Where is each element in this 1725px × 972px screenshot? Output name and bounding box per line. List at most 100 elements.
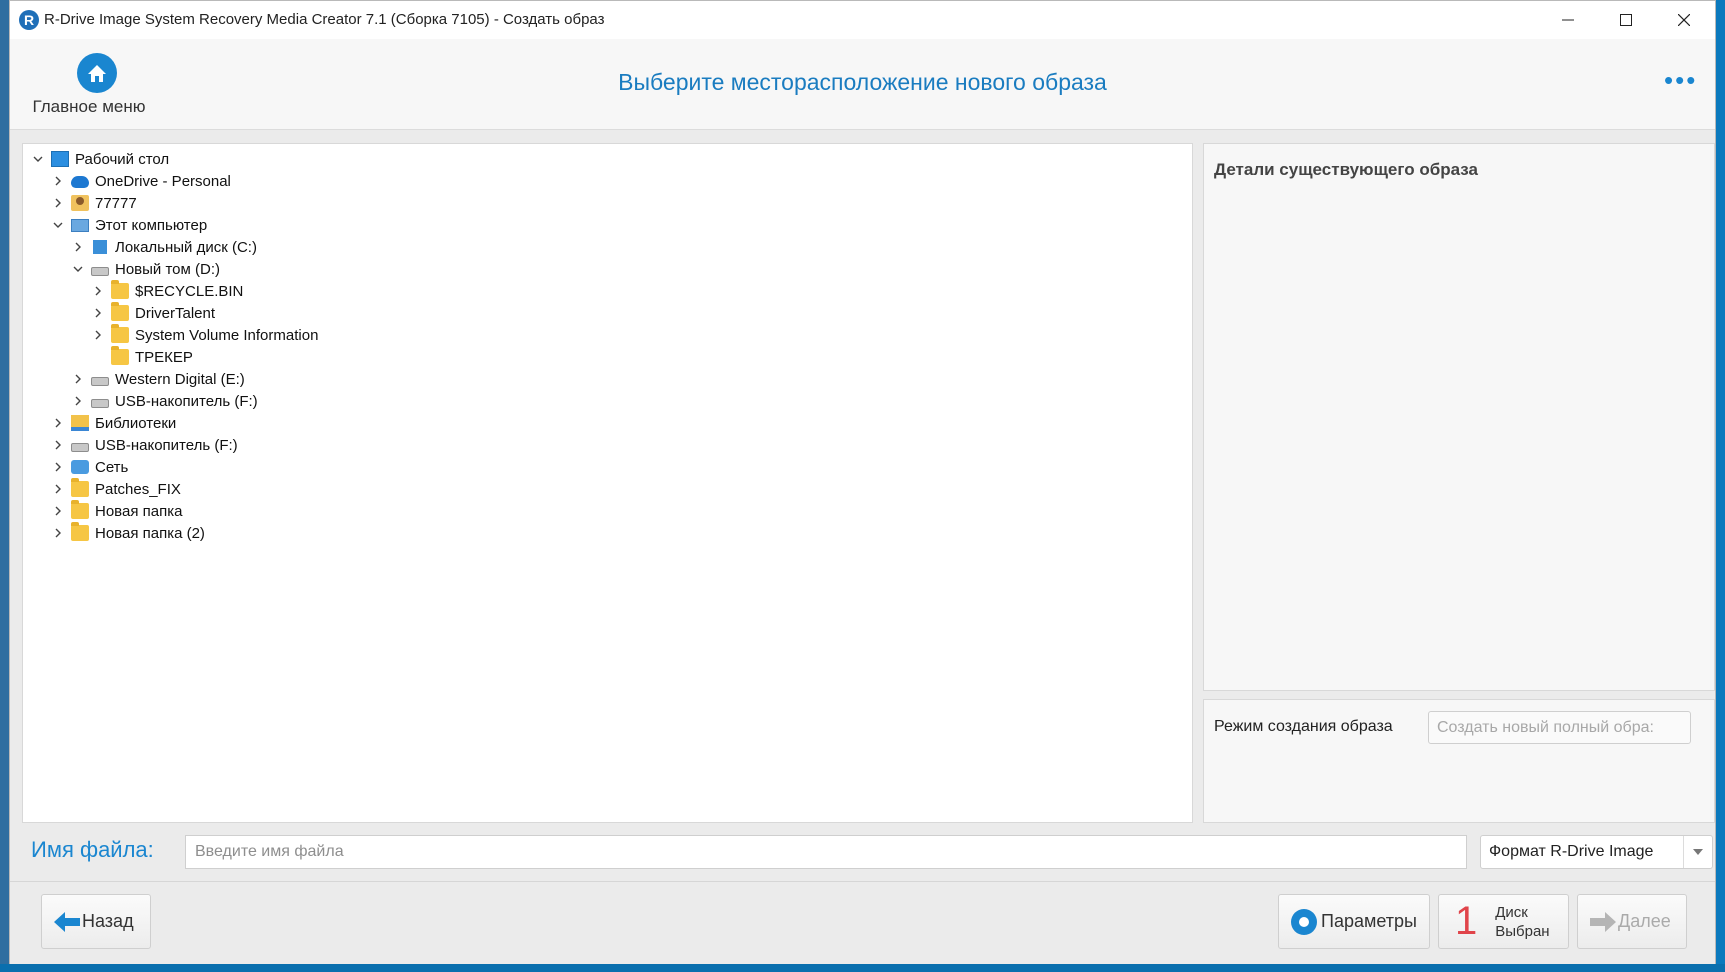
tree-item-patches-fix[interactable]: Patches_FIX [51, 478, 181, 500]
folder-icon [71, 500, 89, 519]
folder-icon [71, 478, 89, 497]
tree-item-drive-c[interactable]: Локальный диск (C:) [71, 236, 257, 258]
more-options-button[interactable]: ••• [1664, 67, 1697, 93]
drive-icon [91, 377, 109, 386]
tree-item-usb-f[interactable]: USB-накопитель (F:) [71, 390, 258, 412]
tree-item-label: Локальный диск (C:) [115, 238, 257, 256]
chevron-right-icon[interactable] [51, 434, 65, 456]
chevron-right-icon[interactable] [51, 500, 65, 522]
page-header: Главное меню Выберите месторасположение … [10, 39, 1715, 130]
close-button[interactable] [1655, 1, 1713, 39]
chevron-right-icon[interactable] [91, 324, 105, 346]
chevron-down-icon[interactable] [51, 214, 65, 236]
parameters-button[interactable]: Параметры [1278, 894, 1430, 949]
chevron-right-icon[interactable] [51, 170, 65, 192]
chevron-right-icon[interactable] [51, 522, 65, 544]
close-icon [1678, 14, 1690, 26]
image-mode-panel: Режим создания образа Создать новый полн… [1203, 699, 1715, 823]
back-button-label: Назад [82, 911, 134, 931]
maximize-button[interactable] [1597, 1, 1655, 39]
minimize-button[interactable] [1539, 1, 1597, 39]
computer-icon [71, 218, 89, 232]
parameters-button-label: Параметры [1321, 911, 1417, 931]
tree-item-recycle-bin[interactable]: $RECYCLE.BIN [91, 280, 243, 302]
tree-item-label: $RECYCLE.BIN [135, 282, 244, 300]
tree-item-system-volume-information[interactable]: System Volume Information [91, 324, 318, 346]
chevron-right-icon[interactable] [51, 478, 65, 500]
arrow-left-icon [54, 911, 80, 932]
desktop-background-right [1716, 0, 1725, 972]
folder-tree[interactable]: Рабочий стол OneDrive - Personal 77777 Э… [22, 143, 1193, 823]
image-details-panel: Детали существующего образа [1203, 143, 1715, 691]
format-select[interactable]: Формат R-Drive Image [1480, 835, 1713, 869]
drive-icon [91, 267, 109, 276]
tree-item-77777[interactable]: 77777 [51, 192, 137, 214]
gear-icon [1291, 908, 1317, 935]
disk-count: 1 [1455, 899, 1478, 943]
folder-icon [111, 280, 129, 299]
chevron-right-icon[interactable] [51, 192, 65, 214]
tree-item-network[interactable]: Сеть [51, 456, 128, 478]
next-button[interactable]: Далее [1577, 894, 1687, 949]
disk-selected-button[interactable]: 1 Диск Выбран [1438, 894, 1569, 949]
tree-item-label: Новая папка [95, 502, 183, 520]
tree-item-new-folder-2[interactable]: Новая папка (2) [51, 522, 205, 544]
chevron-right-icon[interactable] [71, 368, 85, 390]
tree-item-label: 77777 [95, 194, 137, 212]
chevron-down-icon[interactable] [71, 258, 85, 280]
tree-item-onedrive[interactable]: OneDrive - Personal [51, 170, 231, 192]
tree-item-label: Western Digital (E:) [115, 370, 245, 388]
chevron-right-icon[interactable] [71, 390, 85, 412]
tree-item-desktop[interactable]: Рабочий стол [31, 148, 169, 170]
chevron-down-icon[interactable] [1683, 836, 1712, 868]
bottom-toolbar: Назад Параметры 1 Диск Выбран Далее [10, 881, 1715, 964]
drive-icon [91, 399, 109, 408]
folder-icon [111, 324, 129, 343]
desktop-taskbar-edge [0, 964, 1725, 972]
back-button[interactable]: Назад [41, 894, 151, 949]
desktop-icon [51, 151, 69, 167]
windows-drive-icon [93, 240, 107, 254]
app-logo-icon: R [19, 10, 39, 30]
app-window: R R-Drive Image System Recovery Media Cr… [9, 0, 1716, 964]
tree-item-label: Рабочий стол [75, 150, 170, 168]
image-mode-label: Режим создания образа [1214, 718, 1393, 735]
user-folder-icon [71, 195, 89, 211]
chevron-right-icon[interactable] [71, 236, 85, 258]
network-icon [71, 460, 89, 474]
chevron-down-icon[interactable] [31, 148, 45, 170]
chevron-right-icon[interactable] [51, 456, 65, 478]
tree-item-this-pc[interactable]: Этот компьютер [51, 214, 207, 236]
tree-item-new-folder[interactable]: Новая папка [51, 500, 182, 522]
page-title: Выберите месторасположение нового образа [618, 69, 1107, 95]
tree-item-label: USB-накопитель (F:) [115, 392, 258, 410]
tree-item-label: Библиотеки [95, 414, 177, 432]
disk-label-line2: Выбран [1495, 922, 1550, 940]
tree-item-libraries[interactable]: Библиотеки [51, 412, 176, 434]
maximize-icon [1620, 14, 1632, 26]
tree-item-drivertalent[interactable]: DriverTalent [91, 302, 215, 324]
tree-item-label: Этот компьютер [95, 216, 208, 234]
filename-input[interactable] [185, 835, 1467, 869]
chevron-placeholder [91, 346, 105, 368]
tree-item-drive-e[interactable]: Western Digital (E:) [71, 368, 245, 390]
library-icon [71, 415, 89, 431]
arrow-right-icon [1590, 911, 1616, 932]
tree-item-label: Новая папка (2) [95, 524, 205, 542]
tree-item-usb-f-root[interactable]: USB-накопитель (F:) [51, 434, 238, 456]
home-label: Главное меню [32, 97, 146, 116]
chevron-right-icon[interactable] [91, 302, 105, 324]
filename-label: Имя файла: [31, 837, 154, 862]
tree-item-tracker[interactable]: ТРЕКЕР [91, 346, 193, 368]
folder-icon [111, 302, 129, 321]
tree-item-drive-d[interactable]: Новый том (D:) [71, 258, 220, 280]
chevron-right-icon[interactable] [91, 280, 105, 302]
disk-label-line1: Диск [1495, 903, 1528, 921]
chevron-right-icon[interactable] [51, 412, 65, 434]
image-mode-select[interactable]: Создать новый полный обра: [1428, 711, 1691, 744]
tree-item-label: Сеть [95, 458, 129, 476]
details-title: Детали существующего образа [1214, 160, 1478, 179]
tree-item-label: System Volume Information [135, 326, 319, 344]
tree-item-label: USB-накопитель (F:) [95, 436, 238, 454]
minimize-icon [1562, 19, 1574, 21]
